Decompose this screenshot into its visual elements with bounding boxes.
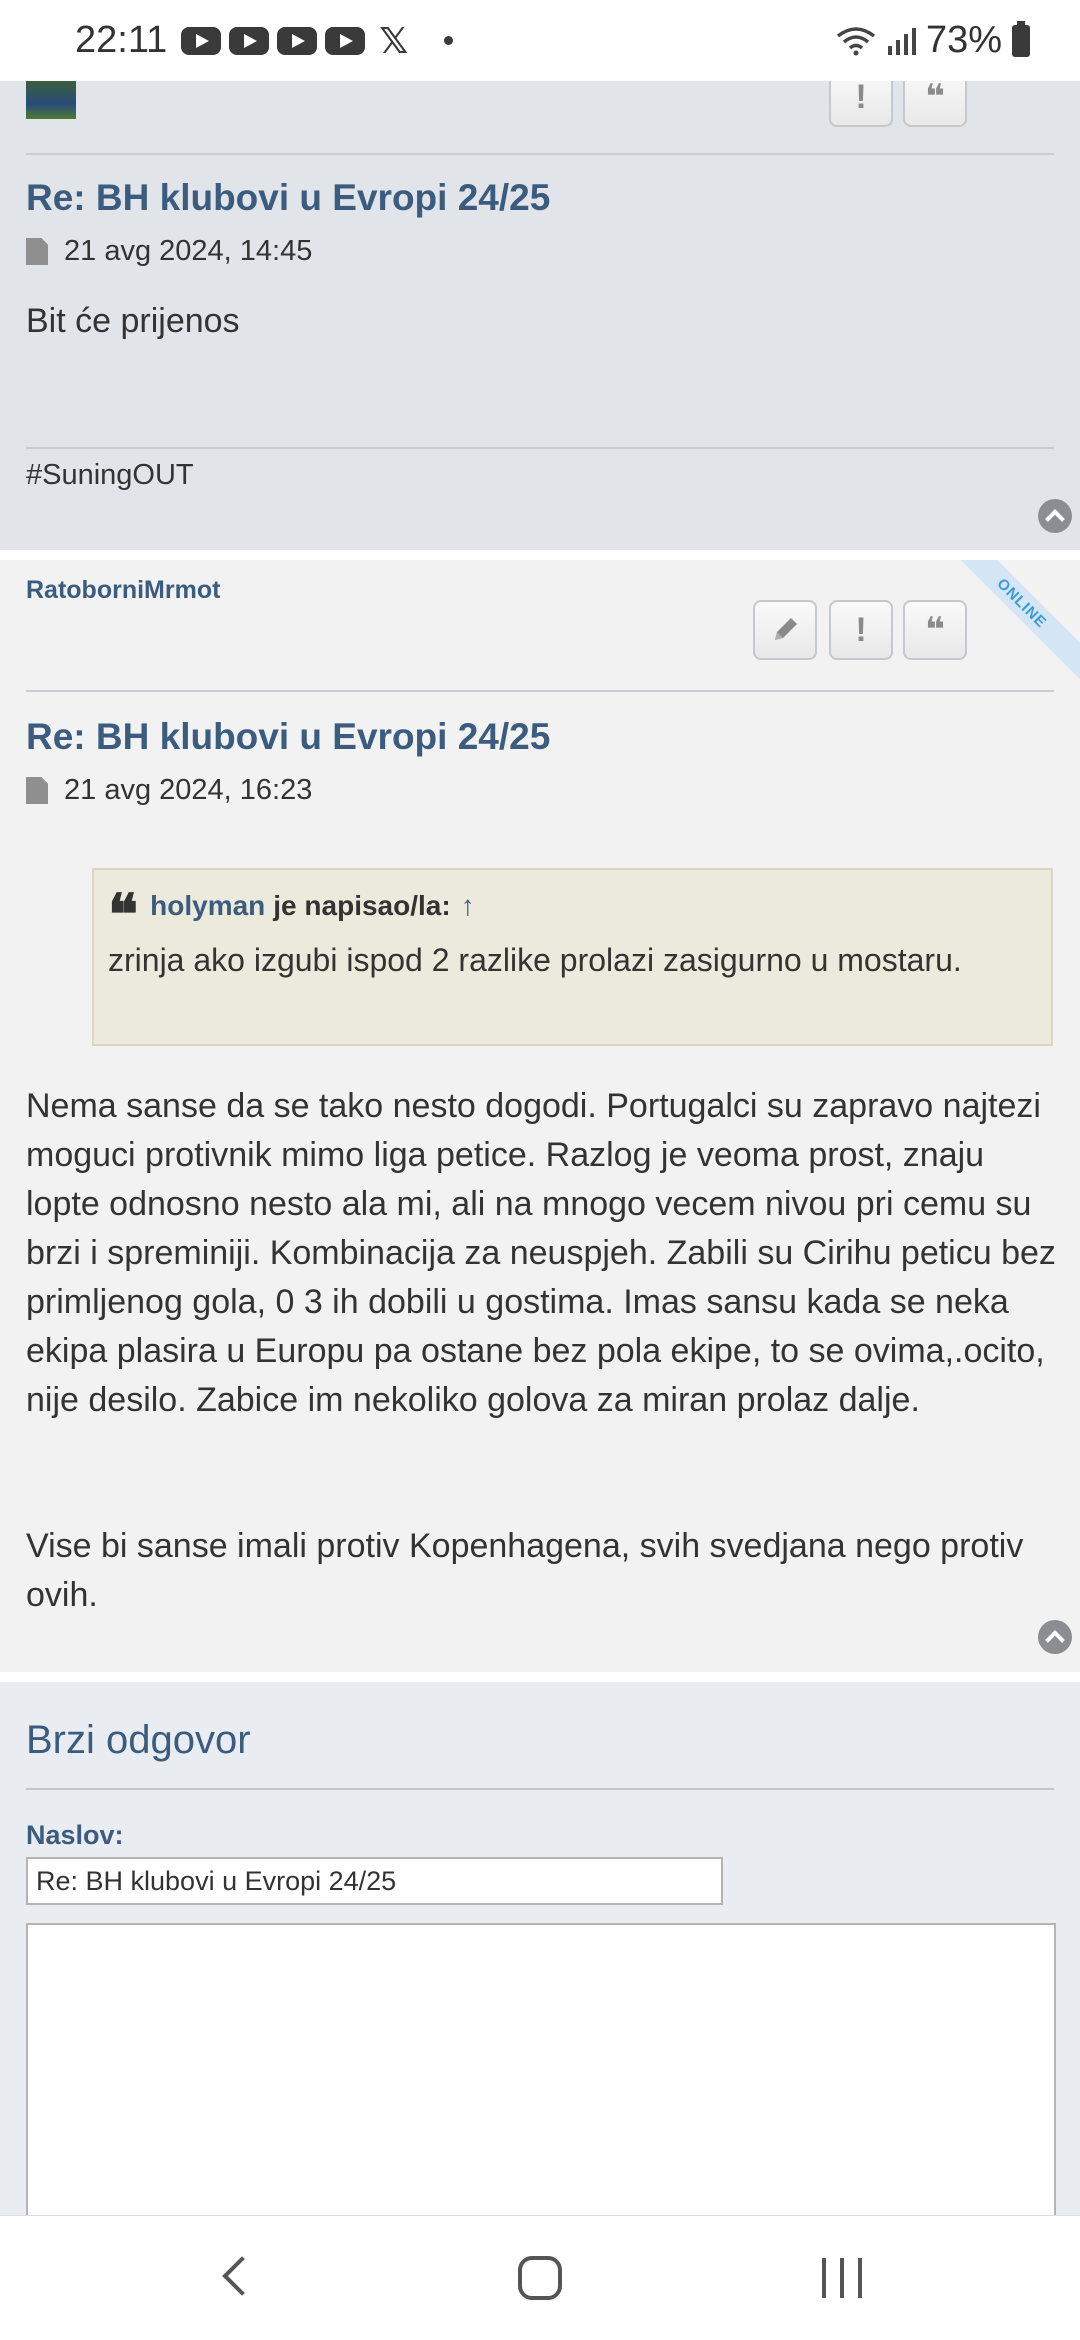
divider: [26, 153, 1054, 155]
post-author[interactable]: RatoborniMrmot: [26, 576, 220, 605]
status-right: 73%: [836, 19, 1030, 62]
post-title[interactable]: Re: BH klubovi u Evropi 24/25: [26, 716, 550, 758]
post-current: RatoborniMrmot ONLINE ! ❝ Re: BH klubovi…: [0, 560, 1080, 1672]
quote-block: ❝ holyman je napisao/la: ↑ zrinja ako iz…: [92, 868, 1053, 1046]
quote-said-label: je napisao/la:: [273, 890, 451, 921]
notification-icons: 𝕏: [181, 19, 454, 61]
post-date: 21 avg 2024, 14:45: [64, 235, 313, 267]
status-time: 22:11: [75, 19, 168, 61]
avatar[interactable]: [26, 81, 76, 119]
signature-divider: [26, 447, 1054, 449]
post-paragraph-1: Nema sanse da se tako nesto dogodi. Port…: [26, 1087, 1056, 1419]
message-textarea[interactable]: [26, 1923, 1056, 2223]
signature: #SuningOUT: [26, 459, 194, 491]
quote-header: ❝ holyman je napisao/la: ↑: [108, 882, 1037, 948]
quote-author-link[interactable]: holyman: [150, 890, 265, 922]
post-title[interactable]: Re: BH klubovi u Evropi 24/25: [26, 177, 550, 219]
x-icon: 𝕏: [379, 19, 409, 61]
divider: [26, 1788, 1054, 1790]
back-to-top-icon[interactable]: [1038, 499, 1072, 533]
wifi-icon: [836, 26, 876, 55]
pencil-icon: [775, 618, 797, 640]
divider: [26, 690, 1054, 692]
system-nav-bar: [0, 2215, 1080, 2340]
recent-apps-icon[interactable]: [822, 2258, 862, 2298]
youtube-icon: [229, 26, 270, 55]
post-paragraph-2: Vise bi sanse imali protiv Kopenhagena, …: [26, 1527, 1024, 1614]
post-meta: 21 avg 2024, 16:23: [26, 774, 312, 807]
subject-label: Naslov:: [26, 1820, 124, 1850]
subject-input[interactable]: [26, 1857, 723, 1905]
back-to-top-icon[interactable]: [1038, 1620, 1072, 1654]
post-date: 21 avg 2024, 16:23: [64, 774, 313, 806]
post-file-icon[interactable]: [26, 777, 48, 804]
youtube-icon: [325, 26, 366, 55]
back-icon[interactable]: [222, 2256, 262, 2296]
quick-reply-title: Brzi odgovor: [26, 1718, 251, 1762]
post-file-icon[interactable]: [26, 238, 48, 265]
post-meta: 21 avg 2024, 14:45: [26, 235, 312, 268]
home-icon[interactable]: [518, 2256, 562, 2300]
quote-source-arrow-icon[interactable]: ↑: [461, 890, 475, 922]
youtube-icon: [277, 26, 318, 55]
quick-reply-panel: Brzi odgovor Naslov:: [0, 1682, 1080, 2223]
quote-text: zrinja ako izgubi ispod 2 razlike prolaz…: [108, 942, 962, 978]
post-content: Bit će prijenos: [26, 302, 240, 340]
signal-icon: [887, 27, 916, 55]
post-previous: ! ❝ Re: BH klubovi u Evropi 24/25 21 avg…: [0, 67, 1080, 550]
edit-button[interactable]: [753, 600, 817, 660]
quote-button[interactable]: ❝: [903, 600, 967, 660]
battery-icon: [1012, 20, 1030, 57]
battery-percentage: 73%: [925, 19, 1002, 61]
more-notifications-dot-icon: [444, 36, 454, 45]
status-bar: 22:11 𝕏 73%: [0, 0, 1080, 81]
youtube-icon: [181, 26, 222, 55]
report-button[interactable]: !: [829, 600, 893, 660]
quote-mark-icon: ❝: [108, 882, 139, 948]
